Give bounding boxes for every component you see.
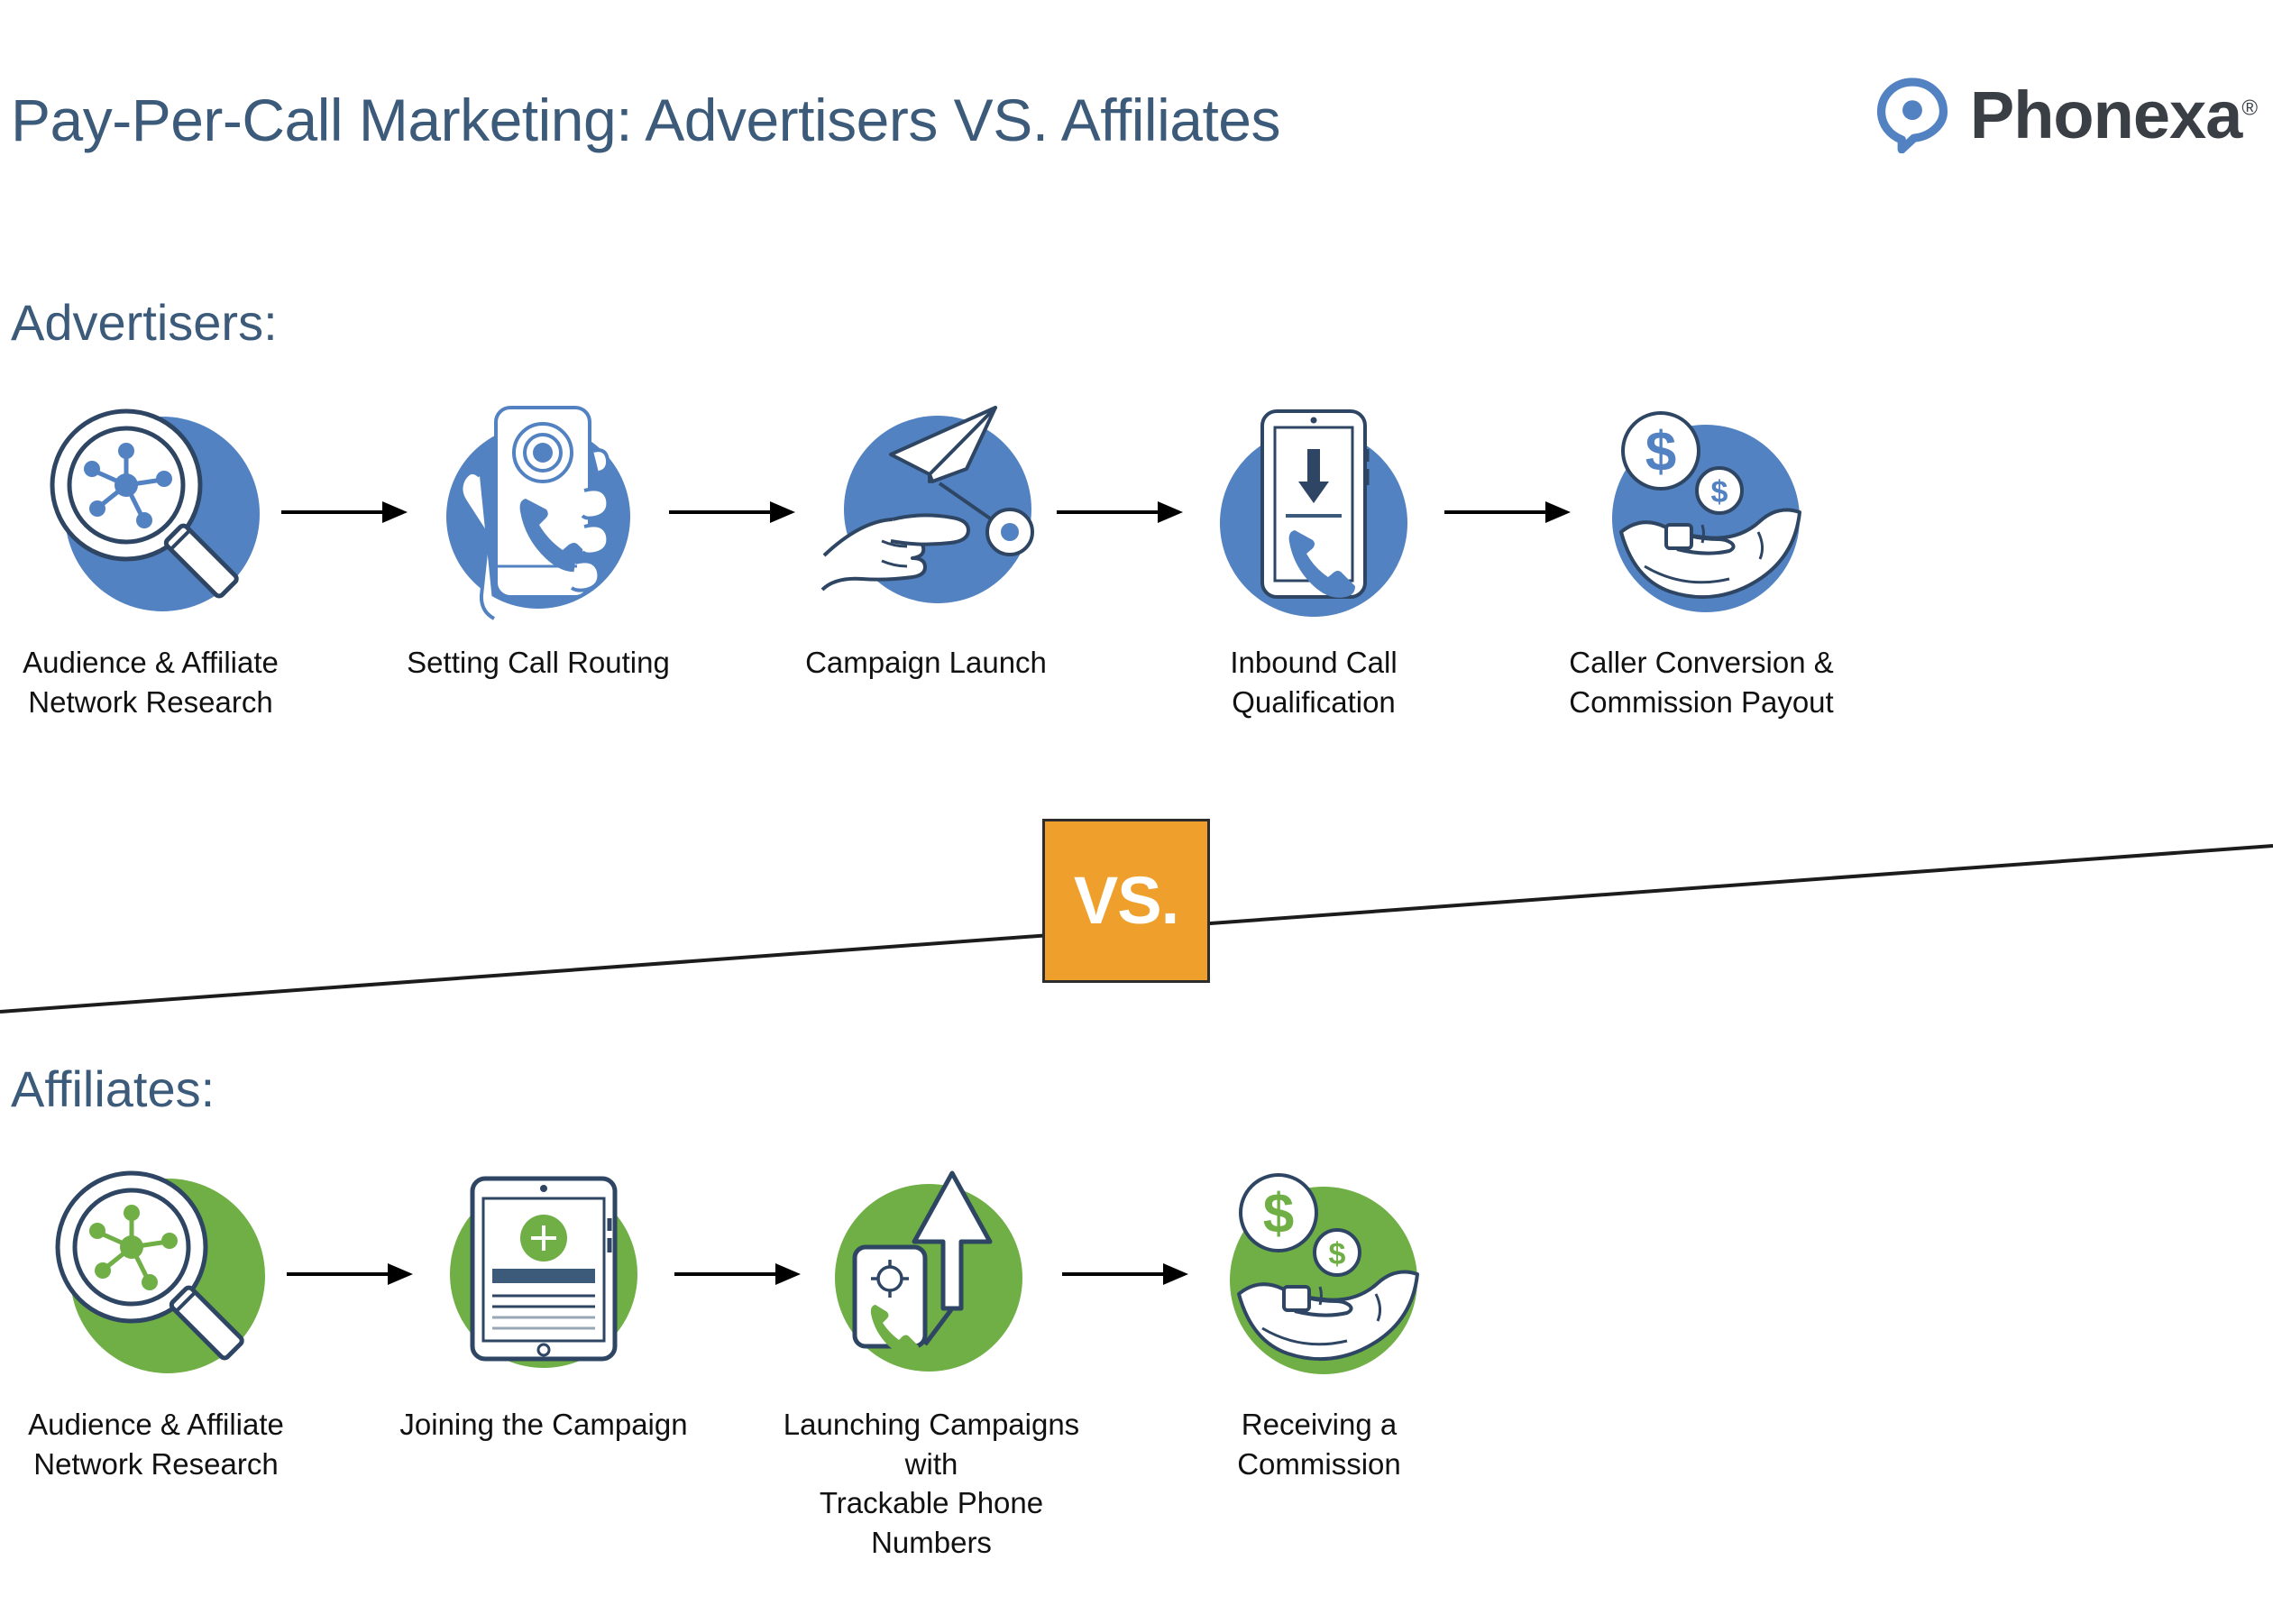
magnifier-network-icon <box>34 1159 278 1389</box>
advertiser-step-2-label: Setting Call Routing <box>407 646 670 679</box>
vs-badge: VS. <box>1042 819 1210 983</box>
advertiser-step-5: $ $ Caller Conversion & Commission Payou… <box>1569 397 1834 721</box>
vs-label: VS. <box>1073 863 1179 938</box>
advertiser-step-5-label: Caller Conversion & Commission Payout <box>1569 646 1834 719</box>
affiliates-heading: Affiliates: <box>11 1060 215 1117</box>
logo-word-text: Phonexa <box>1969 78 2242 152</box>
hand-with-coins-icon: $ $ <box>1580 397 1823 627</box>
advertiser-step-1: Audience & Affiliate Network Research <box>20 397 281 721</box>
flow-arrow-4 <box>1444 397 1571 627</box>
flow-arrow-1 <box>281 397 408 627</box>
page-title: Pay-Per-Call Marketing: Advertisers VS. … <box>11 87 1281 153</box>
affiliate-flow-arrow-1 <box>287 1159 413 1389</box>
hand-with-coins-icon: $ $ <box>1197 1159 1441 1389</box>
svg-text:$: $ <box>1711 475 1728 509</box>
advertiser-step-4-label: Inbound Call Qualification <box>1230 646 1398 719</box>
hand-holding-phone-icon <box>417 397 660 627</box>
affiliate-step-3: Launching Campaigns with Trackable Phone… <box>784 1159 1079 1562</box>
affiliates-flow: Audience & Affiliate Network Research Jo… <box>0 1159 2273 1562</box>
affiliate-step-2: Joining the Campaign <box>399 1159 688 1445</box>
affiliate-step-1: Audience & Affiliate Network Research <box>25 1159 287 1483</box>
phonexa-logo: Phonexa® <box>1874 78 2258 154</box>
phonexa-wordmark: Phonexa® <box>1970 82 2258 149</box>
affiliate-step-4: $ $ Receiving a Commission <box>1188 1159 1450 1483</box>
flow-arrow-2 <box>669 397 795 627</box>
paper-plane-pointing-hand-icon <box>804 397 1048 627</box>
advertiser-step-3: Campaign Launch <box>795 397 1057 683</box>
svg-text:$: $ <box>1329 1237 1346 1271</box>
phone-inbound-arrow-icon <box>1192 397 1435 627</box>
advertiser-step-2: Setting Call Routing <box>407 397 670 683</box>
magnifier-network-icon <box>29 397 272 627</box>
affiliate-step-2-label: Joining the Campaign <box>399 1408 688 1441</box>
affiliate-flow-arrow-3 <box>1062 1159 1188 1389</box>
affiliate-flow-arrow-2 <box>674 1159 801 1389</box>
affiliate-step-4-label: Receiving a Commission <box>1237 1408 1401 1481</box>
registered-mark: ® <box>2241 96 2258 121</box>
infographic-canvas: Pay-Per-Call Marketing: Advertisers VS. … <box>0 0 2273 1624</box>
advertisers-heading: Advertisers: <box>11 294 278 351</box>
tracked-phone-uparrow-icon <box>810 1159 1053 1389</box>
advertisers-flow: Audience & Affiliate Network Research Se… <box>0 397 2273 721</box>
advertiser-step-4: Inbound Call Qualification <box>1183 397 1444 721</box>
advertiser-step-1-label: Audience & Affiliate Network Research <box>23 646 279 719</box>
affiliate-step-3-label: Launching Campaigns with Trackable Phone… <box>783 1408 1080 1559</box>
svg-text:$: $ <box>1263 1183 1294 1245</box>
advertiser-step-3-label: Campaign Launch <box>805 646 1047 679</box>
flow-arrow-3 <box>1057 397 1183 627</box>
tablet-plus-form-icon <box>422 1159 665 1389</box>
phonexa-speech-bubble-icon <box>1874 78 1950 154</box>
affiliate-step-1-label: Audience & Affiliate Network Research <box>28 1408 284 1481</box>
svg-text:$: $ <box>1645 421 1676 483</box>
